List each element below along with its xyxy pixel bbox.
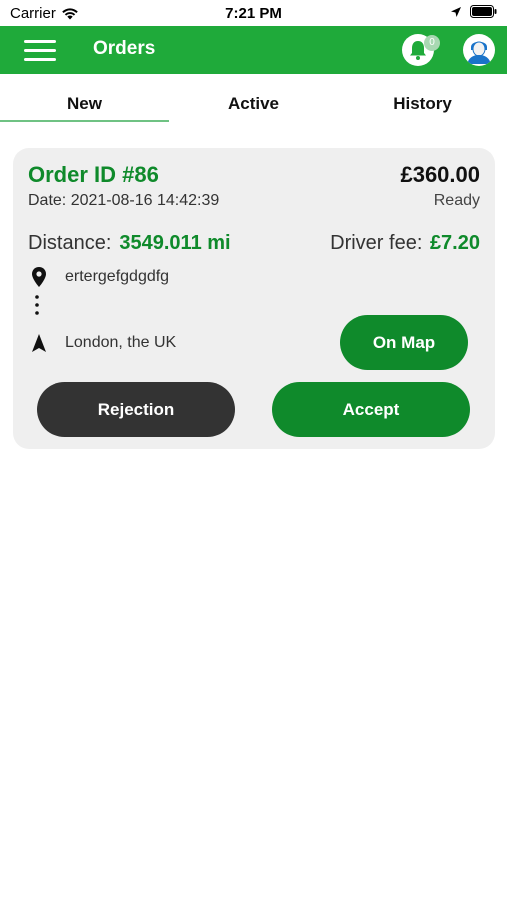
status-indicators bbox=[450, 5, 497, 18]
destination-address: London, the UK bbox=[65, 334, 177, 351]
order-card[interactable]: Order ID #86 Date: 2021-08-16 14:42:39 £… bbox=[13, 148, 495, 449]
pickup-address: ertergefgdgdfg bbox=[65, 268, 170, 285]
avatar[interactable] bbox=[463, 34, 495, 66]
navigation-arrow-icon bbox=[32, 334, 46, 352]
driver-fee-row: Driver fee: £7.20 bbox=[330, 232, 480, 255]
distance-label: Distance: bbox=[28, 232, 112, 254]
battery-icon bbox=[470, 5, 497, 18]
distance-value: 3549.011 mi bbox=[119, 232, 231, 254]
accept-button[interactable]: Accept bbox=[272, 382, 470, 437]
order-tabs: New Active History bbox=[0, 84, 507, 124]
tab-active[interactable]: Active bbox=[169, 94, 338, 114]
status-time: 7:21 PM bbox=[225, 5, 282, 22]
order-status: Ready bbox=[433, 192, 480, 209]
status-bar: Carrier 7:21 PM bbox=[0, 0, 507, 26]
page-title: Orders bbox=[93, 38, 156, 59]
reject-button[interactable]: Rejection bbox=[37, 382, 235, 437]
vertical-dots-icon bbox=[35, 295, 39, 315]
driver-fee-value: £7.20 bbox=[429, 232, 480, 254]
tab-history[interactable]: History bbox=[338, 94, 507, 114]
selected-tab-indicator bbox=[0, 120, 169, 122]
order-date: Date: 2021-08-16 14:42:39 bbox=[28, 192, 220, 209]
on-map-button[interactable]: On Map bbox=[340, 315, 468, 370]
hamburger-icon[interactable] bbox=[24, 38, 58, 62]
app-header: Orders 0 bbox=[0, 26, 507, 74]
order-id: Order ID #86 bbox=[28, 162, 159, 187]
order-price: £360.00 bbox=[400, 162, 480, 187]
distance-row: Distance: 3549.011 mi bbox=[28, 232, 231, 255]
location-arrow-icon bbox=[451, 6, 461, 17]
avatar-icon bbox=[464, 35, 494, 65]
driver-fee-label: Driver fee: bbox=[330, 232, 423, 254]
notification-count-badge: 0 bbox=[424, 35, 440, 51]
tab-new[interactable]: New bbox=[0, 94, 169, 114]
location-pin-icon bbox=[32, 267, 46, 287]
